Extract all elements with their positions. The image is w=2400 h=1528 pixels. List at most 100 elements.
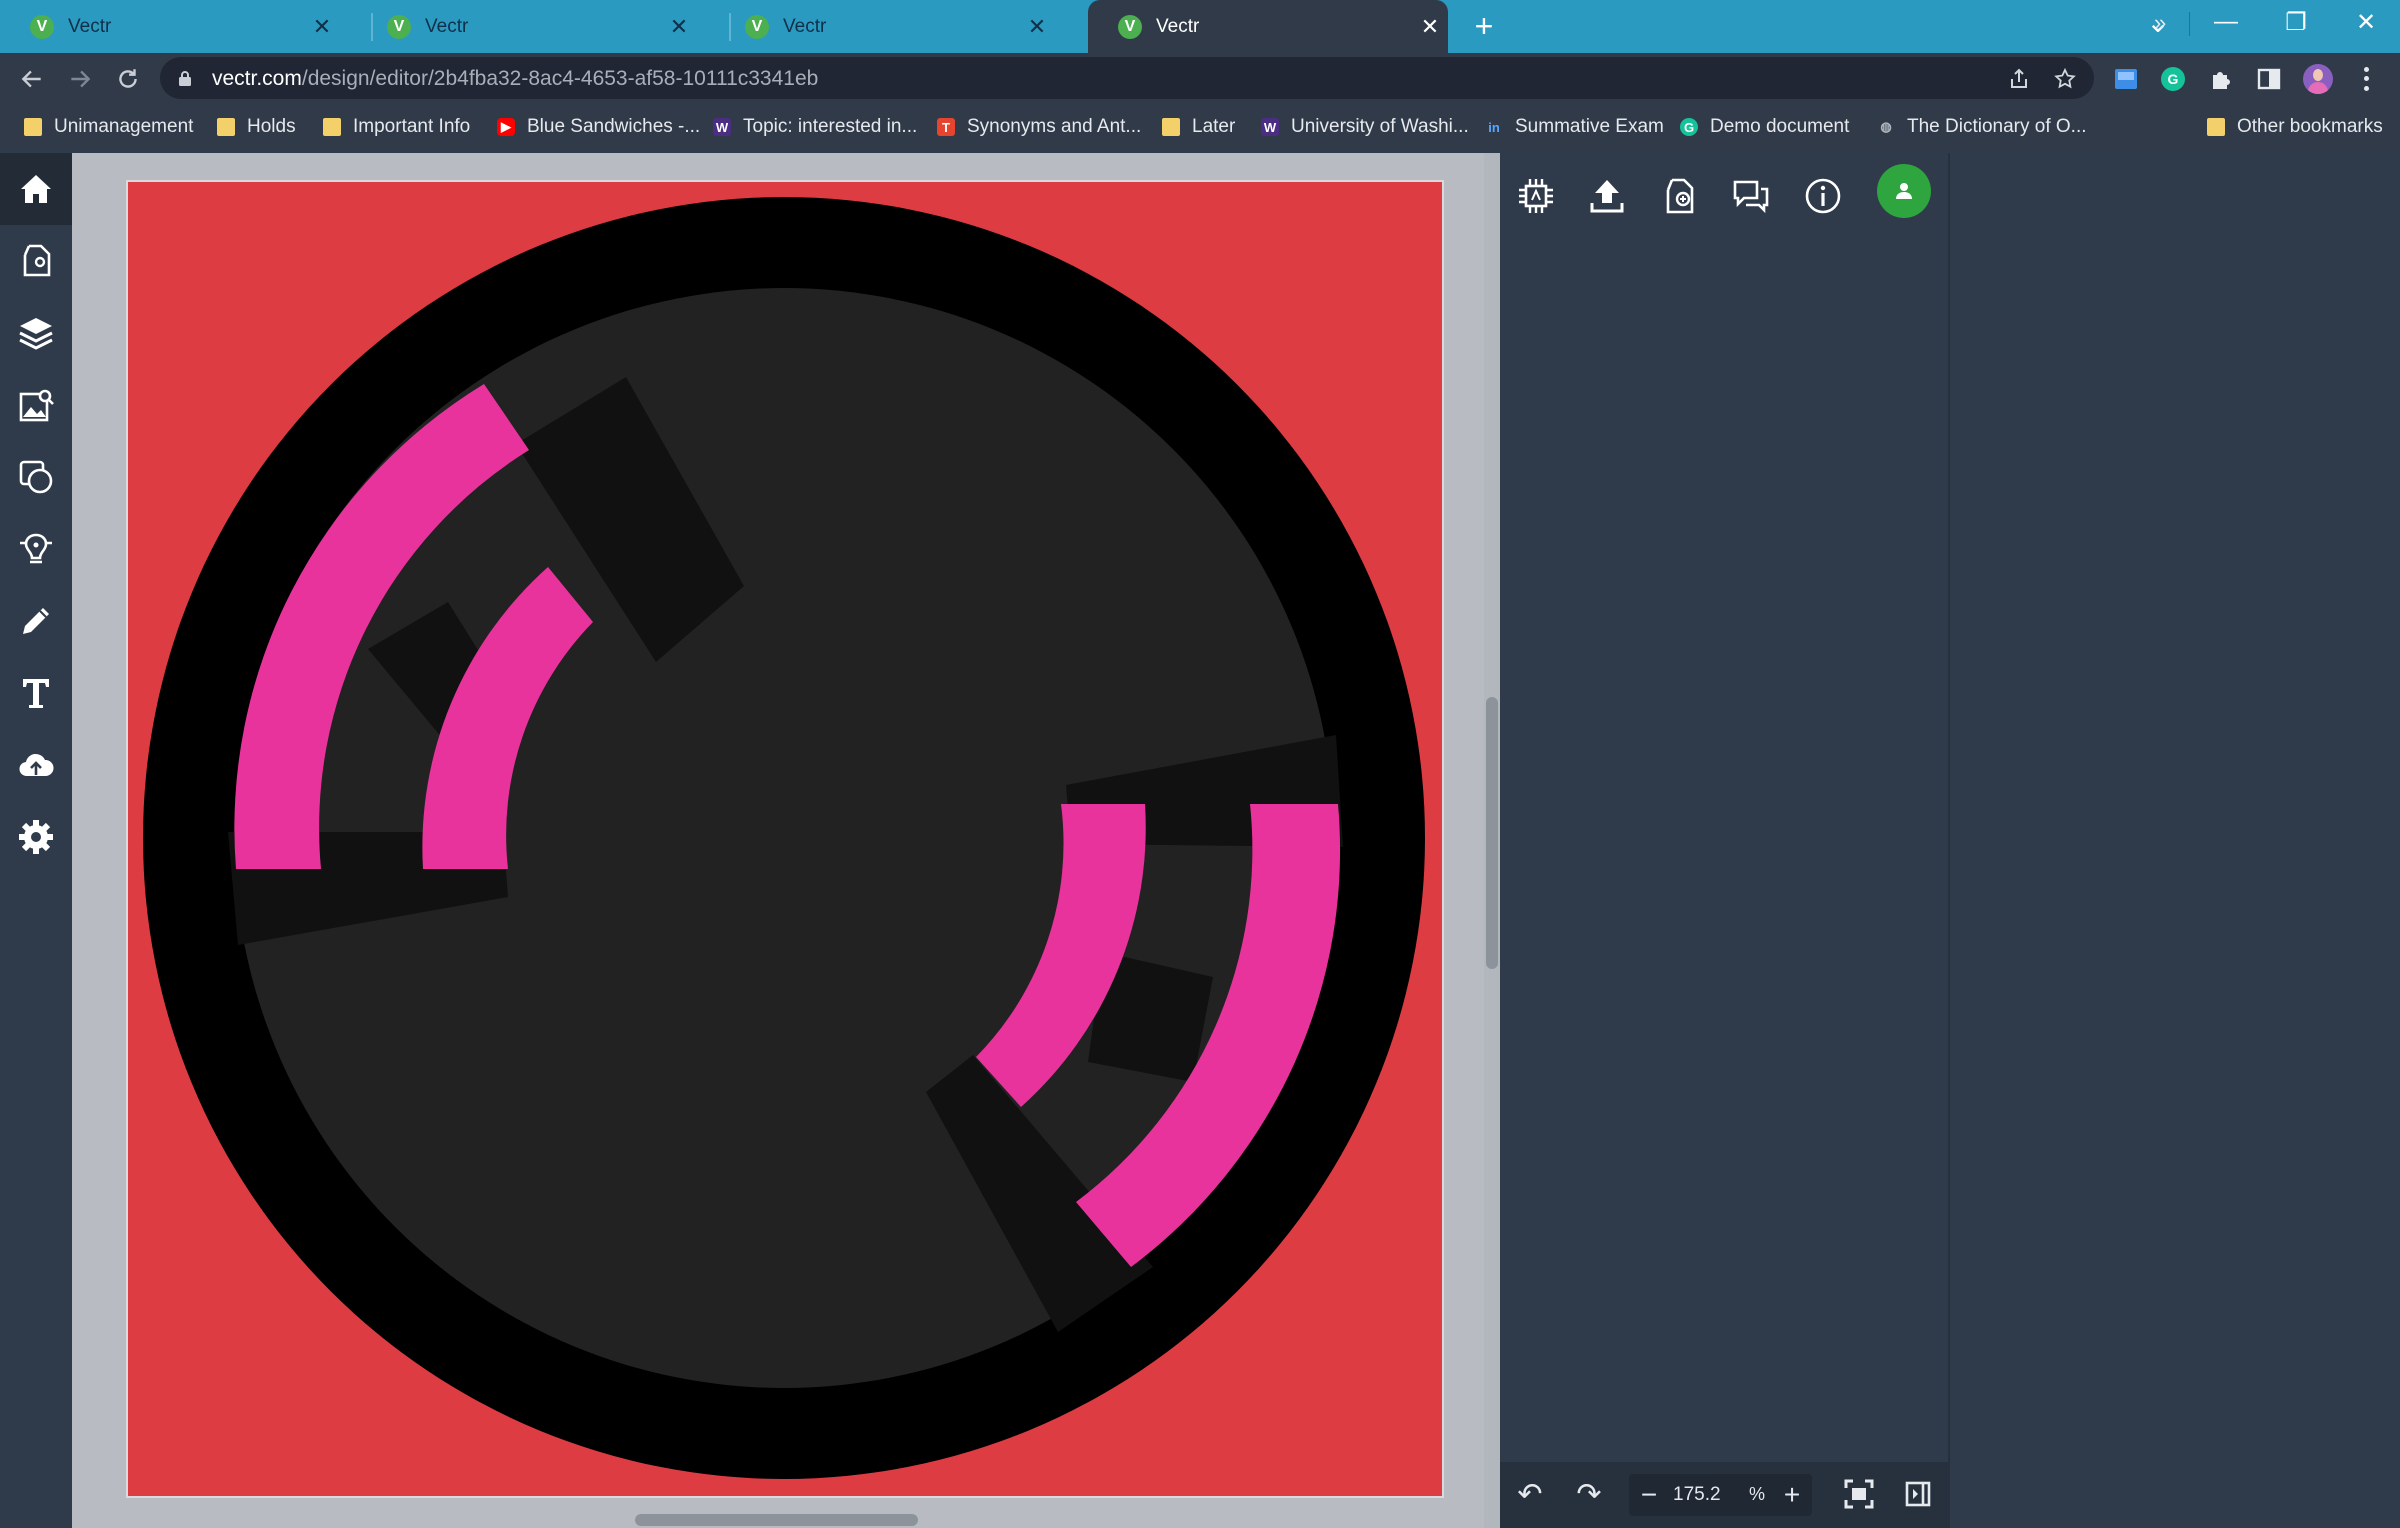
avatar-face xyxy=(2313,69,2323,81)
side-panel-icon[interactable] xyxy=(2256,66,2282,92)
pencil-icon xyxy=(23,608,49,634)
canvas-workspace[interactable] xyxy=(72,153,1484,1528)
vectr-favicon-icon: V xyxy=(745,14,769,39)
tab-close-icon[interactable]: ✕ xyxy=(1023,14,1051,40)
bookmark-label: Later xyxy=(1192,116,1236,137)
bookmarks-bar: Unimanagement Holds Important Info ▶ Blue Sa… xyxy=(0,104,2400,150)
pen-tool-button[interactable] xyxy=(12,525,60,573)
settings-button[interactable] xyxy=(12,813,60,861)
bookmark-item[interactable]: in Summative Exam xyxy=(1485,114,1664,140)
lock-icon xyxy=(179,71,191,86)
zoom-in-button[interactable]: + xyxy=(1776,1478,1808,1512)
browser-menu-icon[interactable] xyxy=(2356,65,2376,93)
document-gear-icon xyxy=(23,244,51,277)
fit-to-screen-button[interactable] xyxy=(1839,1474,1879,1514)
vertical-scroll-thumb[interactable] xyxy=(1486,697,1498,969)
upload-icon xyxy=(1590,180,1624,213)
zoom-out-button[interactable]: − xyxy=(1633,1478,1665,1512)
browser-tab-active[interactable]: V Vectr ✕ xyxy=(1088,0,1448,53)
tab-close-icon[interactable]: ✕ xyxy=(665,14,693,40)
image-search-button[interactable] xyxy=(12,381,60,429)
extension-board-icon[interactable] xyxy=(2113,66,2139,92)
address-bar[interactable]: vectr.com/design/editor/2b4fba32-8ac4-46… xyxy=(160,57,2094,99)
browser-tab[interactable]: V Vectr ✕ xyxy=(357,0,719,53)
new-document-button[interactable] xyxy=(1654,171,1704,221)
minimize-button[interactable]: — xyxy=(2192,0,2260,44)
reload-button[interactable] xyxy=(108,59,148,99)
bookmark-item[interactable]: ▶ Blue Sandwiches -... xyxy=(497,114,700,140)
folder-icon xyxy=(2207,118,2225,136)
browser-tab[interactable]: V Vectr ✕ xyxy=(0,0,362,53)
arrow-left-icon xyxy=(21,70,41,88)
layers-button[interactable] xyxy=(12,309,60,357)
artboard[interactable] xyxy=(128,182,1442,1496)
tab-title: Vectr xyxy=(68,15,112,37)
bookmark-item[interactable]: Important Info xyxy=(323,114,470,140)
tool-sidebar xyxy=(0,153,72,1528)
ai-tools-button[interactable] xyxy=(1511,171,1561,221)
profile-avatar[interactable] xyxy=(2303,64,2333,94)
back-button[interactable] xyxy=(12,59,52,99)
info-button[interactable] xyxy=(1798,171,1848,221)
bookmark-item[interactable]: G Demo document xyxy=(1680,114,1849,140)
share-icon[interactable] xyxy=(2006,67,2032,91)
pencil-button[interactable] xyxy=(12,597,60,645)
folder-icon xyxy=(1162,118,1180,136)
vectr-favicon-icon: V xyxy=(387,14,411,39)
tab-title: Vectr xyxy=(425,15,469,37)
upload-button[interactable] xyxy=(12,741,60,789)
bookmark-label: Demo document xyxy=(1710,116,1850,137)
folder-icon xyxy=(217,118,235,136)
forward-button[interactable] xyxy=(60,59,100,99)
comments-button[interactable] xyxy=(1726,171,1776,221)
close-window-button[interactable]: ✕ xyxy=(2332,0,2400,44)
bookmark-item[interactable]: ◍ The Dictionary of O... xyxy=(1877,114,2086,140)
url-text: vectr.com/design/editor/2b4fba32-8ac4-46… xyxy=(212,67,818,91)
puzzle-extensions-icon[interactable] xyxy=(2208,66,2234,92)
home-icon xyxy=(21,175,51,203)
shapes-icon xyxy=(19,460,53,494)
bookmark-item[interactable]: Later xyxy=(1162,114,1235,140)
text-button[interactable] xyxy=(12,669,60,717)
browser-tab[interactable]: V Vectr ✕ xyxy=(715,0,1077,53)
artwork-svg[interactable] xyxy=(128,182,1442,1496)
tab-title: Vectr xyxy=(1156,15,1200,37)
grammarly-extension-icon[interactable]: G xyxy=(2160,66,2186,92)
bookmark-item[interactable]: W Topic: interested in... xyxy=(713,114,917,140)
other-bookmarks-folder[interactable]: Other bookmarks xyxy=(2207,114,2383,140)
undo-button[interactable]: ↶ xyxy=(1510,1474,1550,1514)
bookmarks-overflow-button[interactable]: » xyxy=(2154,10,2166,36)
empty-side-area xyxy=(1950,153,2400,1528)
info-icon xyxy=(1805,178,1841,214)
image-search-icon xyxy=(19,389,54,422)
new-tab-button[interactable]: + xyxy=(1466,8,1502,44)
bookmark-item[interactable]: T Synonyms and Ant... xyxy=(937,114,1141,140)
restore-button[interactable]: ❐ xyxy=(2262,0,2330,44)
panel-toggle-icon xyxy=(1905,1481,1931,1507)
bookmark-item[interactable]: W University of Washi... xyxy=(1261,114,1469,140)
shapes-button[interactable] xyxy=(12,453,60,501)
bookmark-label: Other bookmarks xyxy=(2237,116,2383,137)
horizontal-scroll-thumb[interactable] xyxy=(635,1514,918,1526)
toggle-panel-button[interactable] xyxy=(1898,1474,1938,1514)
folder-icon xyxy=(323,118,341,136)
svg-text:G: G xyxy=(2168,71,2179,87)
thesaurus-icon: T xyxy=(937,118,955,136)
bookmark-label: Topic: interested in... xyxy=(743,116,918,137)
layers-icon xyxy=(19,318,53,350)
user-account-button[interactable] xyxy=(1877,164,1931,218)
bookmark-star-icon[interactable] xyxy=(2052,67,2078,91)
url-host: vectr.com xyxy=(212,67,302,90)
tab-close-icon[interactable]: ✕ xyxy=(1416,14,1444,40)
document-settings-button[interactable] xyxy=(12,237,60,285)
bookmark-item[interactable]: Holds xyxy=(217,114,296,140)
tab-close-icon[interactable]: ✕ xyxy=(308,14,336,40)
zoom-input[interactable] xyxy=(1673,1479,1743,1511)
bookmark-item[interactable]: Unimanagement xyxy=(24,114,193,140)
browser-tab-strip: V Vectr ✕ V Vectr ✕ V Vectr ✕ V Vectr ✕ … xyxy=(0,0,2400,53)
bookmark-label: Unimanagement xyxy=(54,116,194,137)
export-button[interactable] xyxy=(1582,171,1632,221)
home-button[interactable] xyxy=(12,165,60,213)
browser-toolbar: vectr.com/design/editor/2b4fba32-8ac4-46… xyxy=(0,53,2400,104)
redo-button[interactable]: ↷ xyxy=(1569,1474,1609,1514)
